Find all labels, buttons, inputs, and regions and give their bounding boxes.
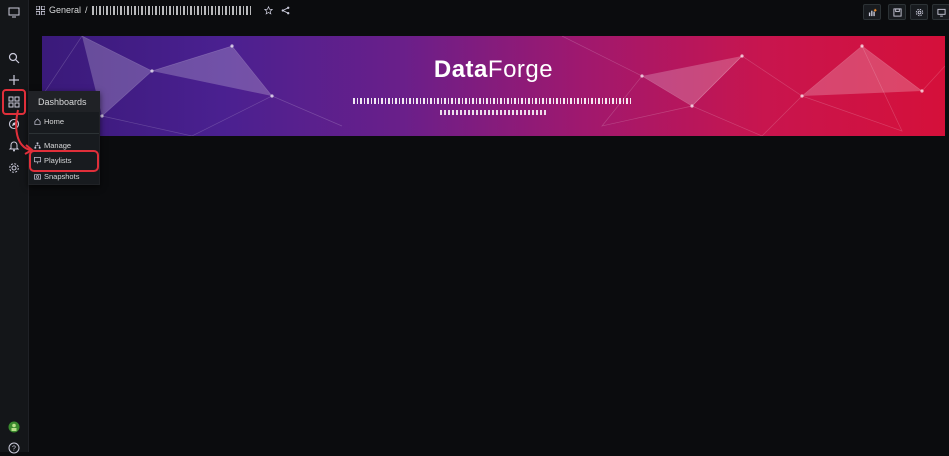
help-icon[interactable]: ? [6, 440, 22, 456]
flyout-title[interactable]: Dashboards [29, 92, 99, 112]
menu-item-label: Manage [44, 141, 72, 150]
svg-text:?: ? [12, 446, 16, 453]
brand-bold: Data [433, 56, 488, 83]
dashboard-settings-button[interactable] [910, 4, 928, 20]
menu-item-label: Home [44, 117, 65, 126]
banner-tagline-redacted [353, 98, 633, 104]
dashboard-navbar: General / [28, 0, 949, 24]
banner-panel: DataForge [42, 36, 945, 136]
tv-mode-button[interactable] [932, 4, 949, 20]
search-icon[interactable] [6, 50, 22, 66]
flyout-divider [29, 133, 99, 134]
menu-item-manage[interactable]: Manage [34, 141, 71, 150]
plus-icon[interactable] [6, 72, 22, 88]
camera-icon [34, 173, 41, 180]
side-menu: ? [0, 0, 29, 454]
highlight-playlists-item [29, 150, 99, 172]
add-panel-icon [868, 8, 877, 17]
dashboard-title-redacted[interactable] [91, 5, 252, 15]
annotation-arrow [15, 109, 34, 155]
apps-grid-icon [36, 5, 45, 15]
polygon-mesh-background [42, 36, 945, 136]
settings-icon [915, 8, 924, 17]
avatar[interactable] [6, 419, 22, 435]
menu-item-home[interactable]: Home [34, 117, 64, 126]
banner-subtagline-redacted [440, 110, 548, 115]
share-icon[interactable] [281, 6, 290, 15]
save-icon [892, 7, 902, 17]
save-dashboard-button[interactable] [888, 4, 906, 20]
star-icon[interactable] [263, 5, 273, 15]
add-panel-button[interactable] [863, 4, 881, 20]
brand-light: Forge [487, 56, 554, 83]
breadcrumb-folder[interactable]: General [49, 5, 81, 15]
menu-item-snapshots[interactable]: Snapshots [34, 172, 79, 181]
breadcrumb: General / [36, 5, 290, 15]
monitor-icon[interactable] [6, 4, 22, 20]
brand-logo: DataForge [42, 56, 945, 84]
tv-mode-icon [936, 8, 946, 17]
breadcrumb-separator: / [85, 5, 88, 15]
gear-icon[interactable] [6, 160, 22, 176]
menu-item-label: Snapshots [44, 172, 80, 181]
